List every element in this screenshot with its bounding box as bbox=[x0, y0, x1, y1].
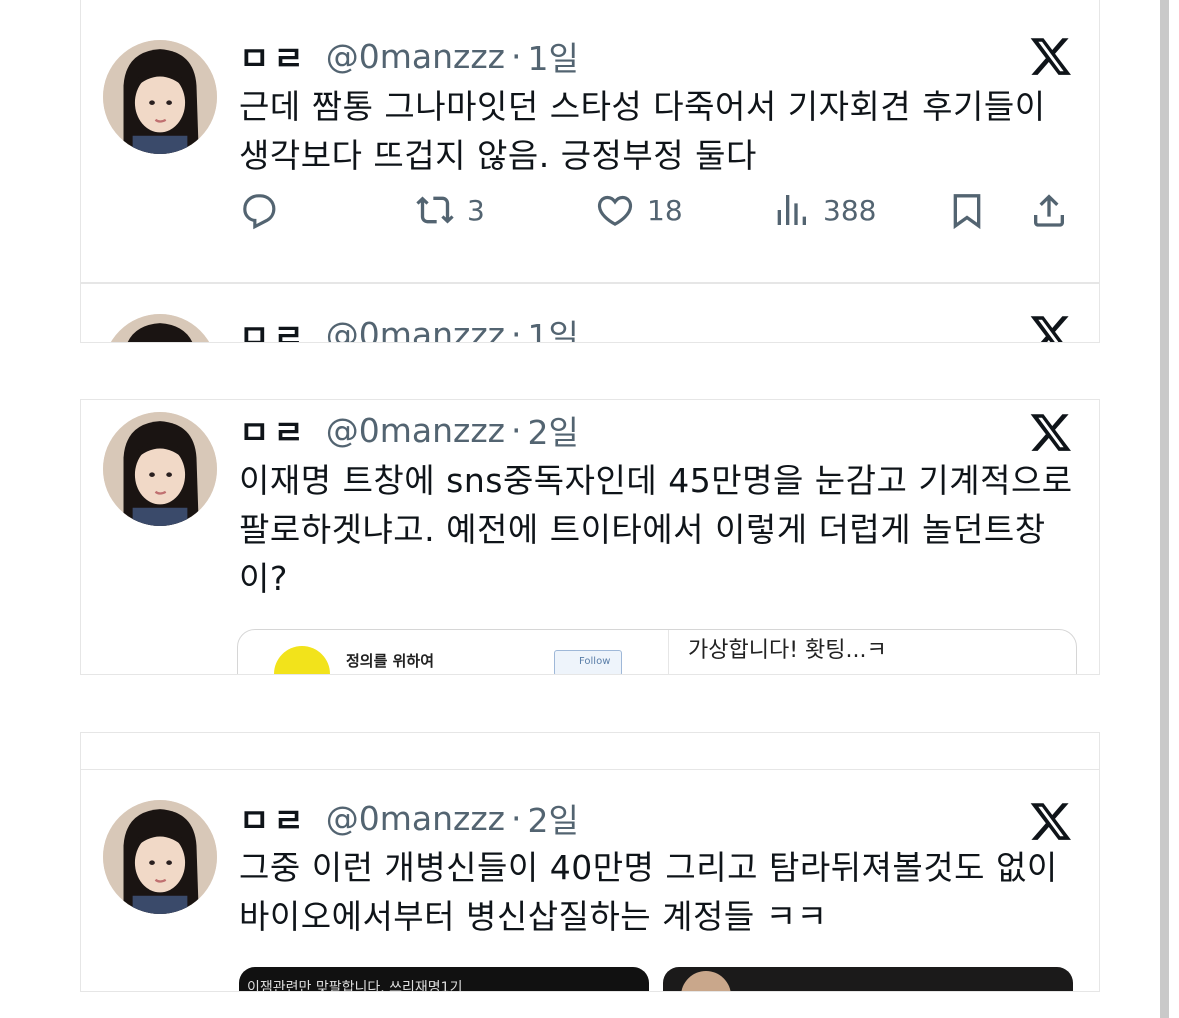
x-logo-icon[interactable] bbox=[1029, 799, 1073, 843]
embedded-image[interactable]: 정의를 위하여 Follow 가상합니다! 홧팅...ㅋ bbox=[237, 629, 1077, 674]
avatar-photo bbox=[103, 314, 217, 342]
embed-caption: 가상합니다! 홧팅...ㅋ bbox=[688, 638, 887, 663]
handle[interactable]: @0manzzz bbox=[326, 411, 505, 450]
avatar-photo bbox=[103, 800, 217, 914]
media-image-left[interactable]: 이잼관련만 맞팔합니다. 쓰리재명1기 bbox=[239, 967, 649, 992]
separator-dot: · bbox=[510, 798, 522, 838]
tweet-text: 근데 짬통 그나마잇던 스타성 다죽어서 기자회견 후기들이 생각보다 뜨겁지 … bbox=[239, 87, 1046, 175]
reply-button[interactable] bbox=[239, 188, 279, 232]
avatar-photo bbox=[103, 412, 217, 526]
embed-follow-button[interactable]: Follow bbox=[554, 650, 622, 674]
avatar[interactable] bbox=[103, 800, 217, 914]
embed-account-name: 정의를 위하여 bbox=[346, 652, 435, 670]
x-logo-icon[interactable] bbox=[1029, 410, 1073, 454]
tweet-text: 그중 이런 개병신들이 40만명 그리고 탐라뒤져볼것도 없이 바이오에서부터 … bbox=[239, 848, 1058, 936]
share-icon bbox=[1034, 194, 1064, 227]
handle[interactable]: @0manzzz bbox=[326, 37, 505, 76]
views-count: 388 bbox=[823, 193, 877, 227]
like-icon bbox=[597, 195, 633, 226]
reply-icon bbox=[243, 194, 276, 230]
tweet-header: ㅁㄹ @0manzzz · 2일 bbox=[239, 794, 579, 842]
media-face bbox=[681, 971, 731, 991]
tweet-card: ㅁㄹ @0manzzz · 1일 bbox=[80, 283, 1100, 343]
avatar[interactable] bbox=[103, 412, 217, 526]
tweet-header: ㅁㄹ @0manzzz · 1일 bbox=[239, 312, 579, 343]
embed-follow-label: Follow bbox=[579, 656, 611, 667]
display-name[interactable]: ㅁㄹ bbox=[239, 310, 308, 342]
divider bbox=[81, 769, 1099, 770]
separator-dot: · bbox=[510, 410, 522, 450]
timestamp[interactable]: 1일 bbox=[527, 32, 578, 80]
handle[interactable]: @0manzzz bbox=[326, 799, 505, 838]
embed-avatar bbox=[274, 646, 330, 674]
tweet-header: ㅁㄹ @0manzzz · 2일 bbox=[239, 406, 579, 454]
bookmark-icon bbox=[953, 194, 981, 230]
x-logo-icon[interactable] bbox=[1029, 34, 1073, 78]
handle[interactable]: @0manzzz bbox=[326, 315, 505, 343]
scrollbar[interactable] bbox=[1160, 0, 1169, 1018]
tweet-text: 이재명 트창에 sns중독자인데 45만명을 눈감고 기계적으로 팔로하겟냐고.… bbox=[239, 461, 1073, 598]
retweet-button[interactable]: 3 bbox=[415, 188, 485, 232]
retweet-count: 3 bbox=[467, 193, 485, 227]
tweet-card: ㅁㄹ @0manzzz · 2일 이재명 트창에 sns중독자인데 45만명을 … bbox=[80, 399, 1100, 675]
separator-dot: · bbox=[510, 314, 522, 343]
like-button[interactable]: 18 bbox=[595, 188, 683, 232]
display-name[interactable]: ㅁㄹ bbox=[239, 406, 308, 454]
bookmark-button[interactable] bbox=[947, 188, 987, 232]
separator-dot: · bbox=[510, 36, 522, 76]
avatar[interactable] bbox=[103, 314, 217, 342]
views-button[interactable]: 388 bbox=[771, 188, 876, 232]
views-icon bbox=[777, 195, 806, 225]
retweet-icon bbox=[416, 196, 454, 224]
avatar-photo bbox=[103, 40, 217, 154]
avatar[interactable] bbox=[103, 40, 217, 154]
tweet-actions: 3 18 388 bbox=[239, 188, 1071, 232]
display-name[interactable]: ㅁㄹ bbox=[239, 794, 308, 842]
share-button[interactable] bbox=[1029, 188, 1069, 232]
media-image-right[interactable] bbox=[663, 967, 1073, 991]
like-count: 18 bbox=[647, 193, 683, 227]
tweet-header: ㅁㄹ @0manzzz · 1일 bbox=[239, 32, 579, 80]
display-name[interactable]: ㅁㄹ bbox=[239, 32, 308, 80]
timestamp[interactable]: 2일 bbox=[527, 794, 578, 842]
x-logo-icon[interactable] bbox=[1029, 312, 1073, 342]
timestamp[interactable]: 2일 bbox=[527, 406, 578, 454]
embed-divider bbox=[668, 630, 669, 674]
media-caption: 이잼관련만 맞팔합니다. 쓰리재명1기 bbox=[247, 980, 463, 992]
tweet-card: ㅁㄹ @0manzzz · 1일 근데 짬통 그나마잇던 스타성 다죽어서 기자… bbox=[80, 0, 1100, 283]
tweet-card: ㅁㄹ @0manzzz · 2일 그중 이런 개병신들이 40만명 그리고 탐라… bbox=[80, 732, 1100, 992]
timestamp[interactable]: 1일 bbox=[527, 310, 578, 342]
